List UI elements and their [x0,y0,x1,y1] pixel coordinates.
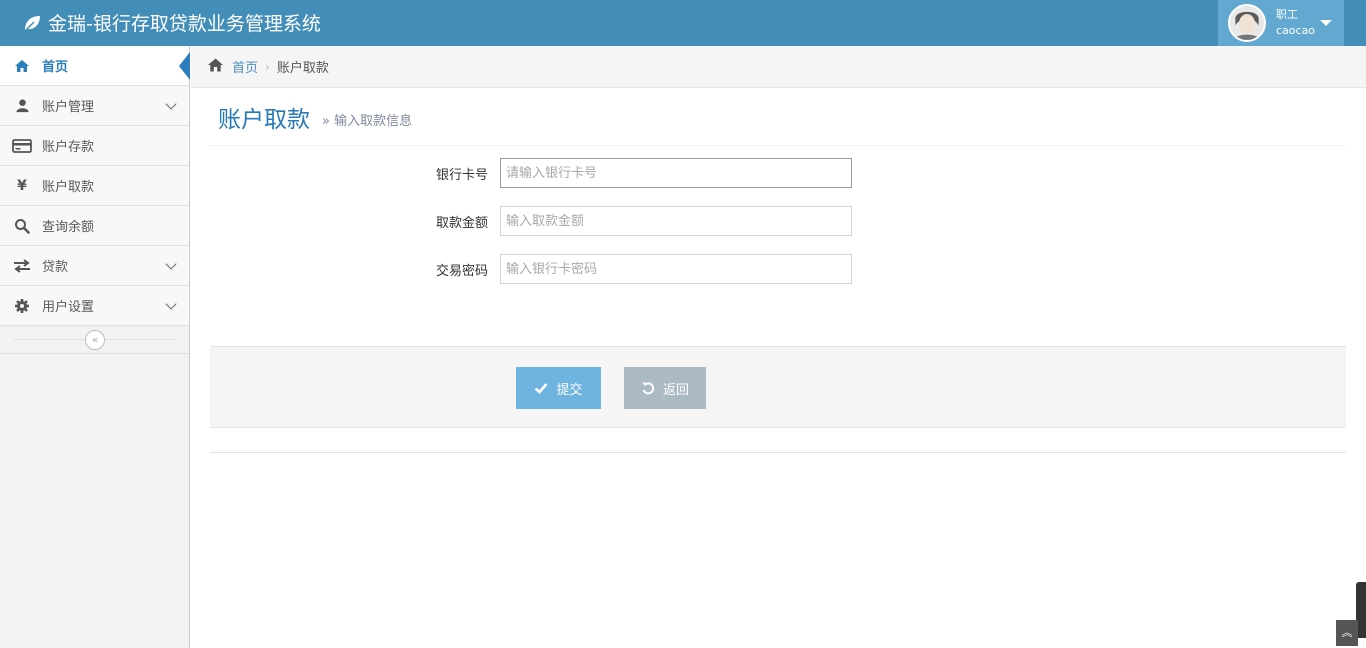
home-icon [12,56,32,76]
sidebar-item-label: 贷款 [42,260,69,275]
sidebar-collapse-bar: « [0,326,189,354]
user-info: 职工 caocao [1276,7,1315,39]
caret-down-icon [1320,20,1332,26]
search-icon [12,216,32,236]
sidebar-item-home[interactable]: 首页 [0,46,190,86]
double-angle-left-icon[interactable]: « [85,330,105,350]
sidebar-item-label: 首页 [42,60,69,75]
sidebar-item-user-settings[interactable]: 用户设置 [0,286,189,326]
divider [210,452,1346,453]
form-row-password: 交易密码 [210,254,1346,284]
top-navbar: 金瑞-银行存取贷款业务管理系统 职工 caocao [0,0,1366,46]
page-title: 账户取款 [218,106,310,133]
sidebar-item-account-management[interactable]: 账户管理 [0,86,189,126]
avatar [1228,4,1266,42]
password-input[interactable] [500,254,852,284]
form-row-amount: 取款金额 [210,206,1346,236]
check-icon [535,383,548,394]
yen-icon: ¥ [17,177,27,194]
back-label: 返回 [662,382,689,398]
sidebar-item-label: 用户设置 [42,300,95,315]
submit-label: 提交 [556,382,583,398]
chevron-down-icon [165,98,177,110]
exchange-icon [12,256,32,276]
chevron-down-icon [165,258,177,270]
submit-button[interactable]: 提交 [516,367,601,409]
app-title: 金瑞-银行存取贷款业务管理系统 [48,13,321,35]
card-number-input[interactable] [500,158,852,188]
amount-input[interactable] [500,206,852,236]
brand[interactable]: 金瑞-银行存取贷款业务管理系统 [22,9,321,36]
page-subtitle: » 输入取款信息 [322,110,412,129]
chevron-down-icon [165,298,177,310]
sidebar-item-balance[interactable]: 查询余额 [0,206,189,246]
leaf-icon [24,15,40,32]
page-header: 账户取款 » 输入取款信息 [210,88,1346,146]
form-row-card-number: 银行卡号 [210,158,1346,188]
sidebar: 首页 账户管理 账户存款 ¥ 账户取款 查询余额 贷款 用户设置 « [0,46,190,648]
sidebar-item-label: 账户管理 [42,100,95,115]
password-label: 交易密码 [435,264,488,279]
form-actions: 提交 返回 [210,346,1346,428]
sidebar-item-label: 查询余额 [42,220,95,235]
sidebar-item-loan[interactable]: 贷款 [0,246,189,286]
user-name: caocao [1276,24,1316,37]
credit-card-icon [12,136,32,156]
sidebar-item-label: 账户存款 [42,140,95,155]
back-button[interactable]: 返回 [624,367,706,409]
breadcrumb-home-link[interactable]: 首页 [232,57,258,76]
breadcrumb-current: 账户取款 [276,61,329,76]
gear-icon [12,296,32,316]
page-subtitle-text: 输入取款信息 [334,114,413,129]
user-icon [12,96,32,116]
user-role: 职工 [1276,8,1298,21]
sidebar-item-label: 账户取款 [42,180,95,195]
double-angle-up-icon: ︽ [1341,626,1353,639]
breadcrumb: 首页 › 账户取款 [191,46,1366,88]
home-icon [207,57,224,77]
user-menu[interactable]: 职工 caocao [1218,0,1344,46]
scroll-top-button[interactable]: ︽ [1336,620,1358,646]
chevron-right-icon: › [265,59,270,74]
sidebar-item-withdraw[interactable]: ¥ 账户取款 [0,166,189,206]
card-number-label: 银行卡号 [435,168,488,183]
double-angle-right-icon: » [322,114,330,129]
sidebar-item-deposit[interactable]: 账户存款 [0,126,189,166]
amount-label: 取款金额 [435,216,488,231]
undo-icon [641,382,655,395]
